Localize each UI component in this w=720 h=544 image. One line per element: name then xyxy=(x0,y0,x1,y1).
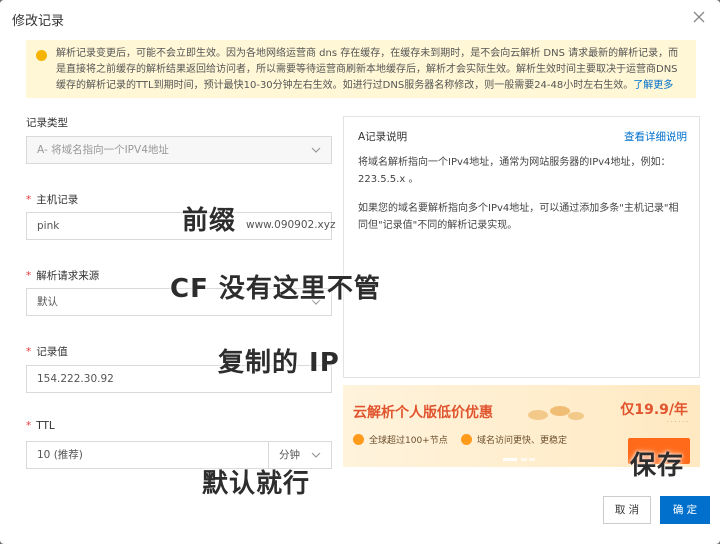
close-icon[interactable] xyxy=(692,10,706,24)
panel-paragraph-1: 将域名解析指向一个IPv4地址，通常为网站服务器的IPv4地址，例如：223.5… xyxy=(358,157,671,185)
line-label: * 解析请求来源 xyxy=(26,268,99,283)
chevron-down-icon xyxy=(311,147,321,153)
promo-feature-1: 全球超过100+节点 xyxy=(353,433,448,446)
record-type-value: A- 将域名指向一个IPV4地址 xyxy=(37,144,169,156)
a-record-info-panel: A记录说明 查看详细说明 将域名解析指向一个IPv4地址，通常为网站服务器的IP… xyxy=(343,116,700,378)
promo-title: 云解析个人版低价优惠 xyxy=(353,405,493,421)
badge-icon xyxy=(353,434,364,445)
notice-banner: 解析记录变更后，可能不会立即生效。因为各地网络运营商 dns 存在缓存，在缓存未… xyxy=(26,40,696,98)
ttl-label-text: TTL xyxy=(36,420,55,432)
cancel-button[interactable]: 取 消 xyxy=(603,496,651,524)
required-mark: * xyxy=(26,194,32,206)
annotation-save: 保存 xyxy=(630,451,685,481)
panel-paragraph-2: 如果您的域名要解析指向多个IPv4地址，可以通过添加多条"主机记录"相同但"记录… xyxy=(358,203,679,231)
carousel-dots[interactable] xyxy=(503,458,535,461)
learn-more-link[interactable]: 了解更多 xyxy=(633,80,673,91)
line-value: 默认 xyxy=(37,296,58,308)
value-label: * 记录值 xyxy=(26,344,68,359)
chevron-down-icon xyxy=(311,452,321,458)
badge-icon xyxy=(461,434,472,445)
value-label-text: 记录值 xyxy=(36,346,68,358)
annotation-prefix: 前缀 xyxy=(182,206,237,236)
line-label-text: 解析请求来源 xyxy=(36,270,100,282)
annotation-default: 默认就行 xyxy=(202,469,311,499)
required-mark: * xyxy=(26,346,32,358)
required-mark: * xyxy=(26,420,32,432)
host-label: * 主机记录 xyxy=(26,192,78,207)
record-value: 154.222.30.92 xyxy=(37,373,114,385)
notice-text: 解析记录变更后，可能不会立即生效。因为各地网络运营商 dns 存在缓存，在缓存未… xyxy=(56,48,679,91)
record-type-select[interactable]: A- 将域名指向一个IPV4地址 xyxy=(26,136,332,164)
dialog-title: 修改记录 xyxy=(12,14,65,29)
annotation-cf: CF 没有这里不管 xyxy=(170,274,381,304)
coins-icon xyxy=(528,406,584,420)
confirm-button[interactable]: 确 定 xyxy=(660,496,710,524)
host-value: pink xyxy=(37,220,60,232)
host-label-text: 主机记录 xyxy=(36,194,79,206)
edit-record-dialog: 修改记录 解析记录变更后，可能不会立即生效。因为各地网络运营商 dns 存在缓存… xyxy=(0,0,720,544)
record-type-label: 记录类型 xyxy=(26,117,68,129)
ttl-unit: 分钟 xyxy=(279,449,300,461)
ttl-label: * TTL xyxy=(26,420,55,432)
promo-fineprint: · · · · · · xyxy=(667,419,688,426)
required-mark: * xyxy=(26,270,32,282)
view-details-link[interactable]: 查看详细说明 xyxy=(624,129,687,146)
ttl-value: 10 (推荐) xyxy=(37,449,83,461)
promo-feature-2: 域名访问更快、更稳定 xyxy=(461,433,567,446)
warning-icon xyxy=(36,50,47,61)
promo-price: 仅19.9/年 xyxy=(620,402,688,418)
domain-suffix: www.090902.xyz xyxy=(246,219,336,231)
annotation-copy-ip: 复制的 IP xyxy=(218,348,340,378)
